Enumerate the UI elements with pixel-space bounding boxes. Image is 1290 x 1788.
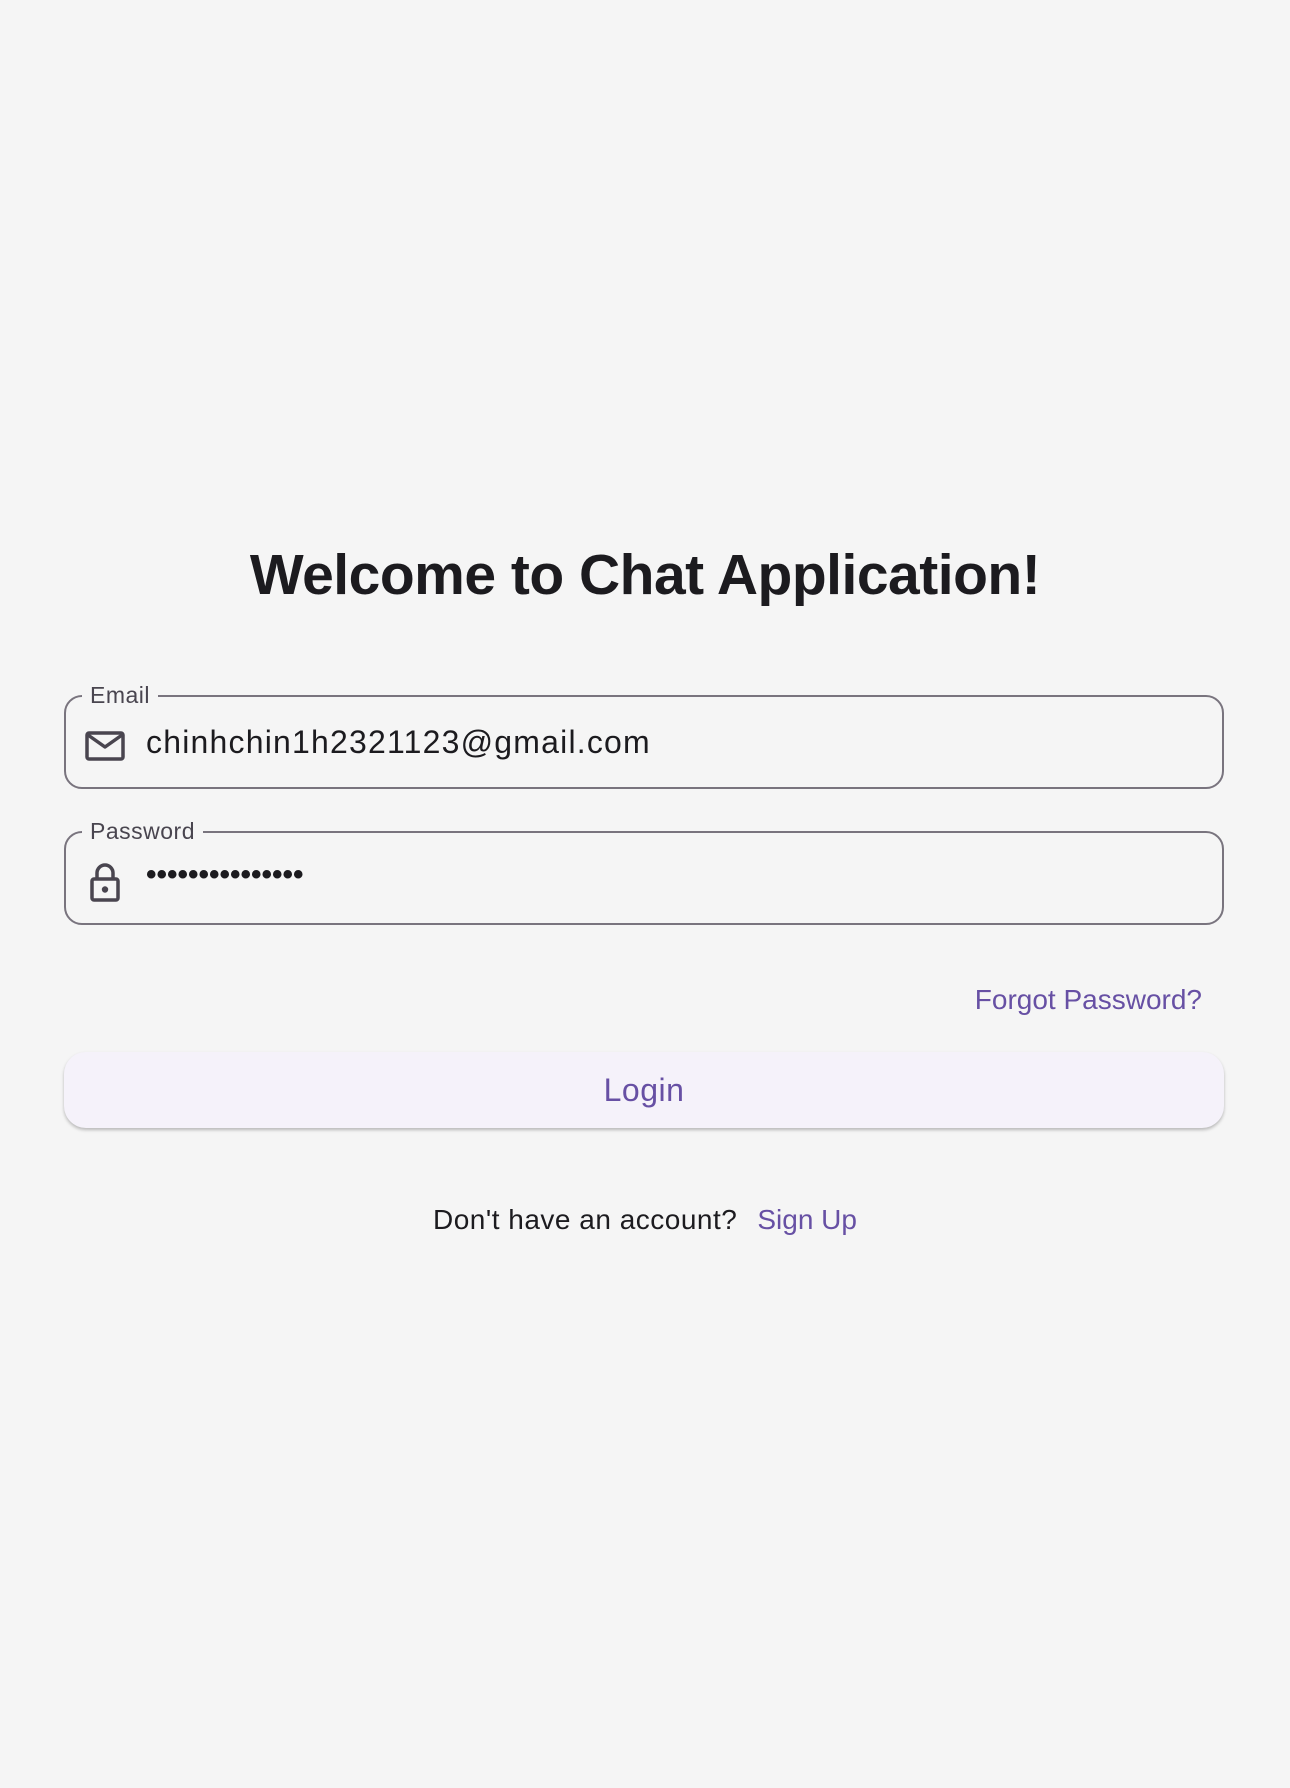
mail-icon xyxy=(84,725,126,767)
signup-prompt-text: Don't have an account? xyxy=(433,1204,738,1235)
email-field[interactable]: Email chinhchin1h2321123@gmail.com xyxy=(64,681,1224,789)
lock-icon xyxy=(84,861,126,903)
signup-row: Don't have an account? Sign Up xyxy=(0,1200,1290,1240)
password-field[interactable]: Password ••••••••••••••• xyxy=(64,817,1224,925)
login-button[interactable]: Login xyxy=(64,1052,1224,1128)
password-input[interactable]: ••••••••••••••• xyxy=(146,833,304,923)
signup-link[interactable]: Sign Up xyxy=(757,1204,857,1235)
email-input[interactable]: chinhchin1h2321123@gmail.com xyxy=(146,697,651,787)
forgot-password-link[interactable]: Forgot Password? xyxy=(975,980,1202,1020)
page-title: Welcome to Chat Application! xyxy=(249,543,1041,607)
